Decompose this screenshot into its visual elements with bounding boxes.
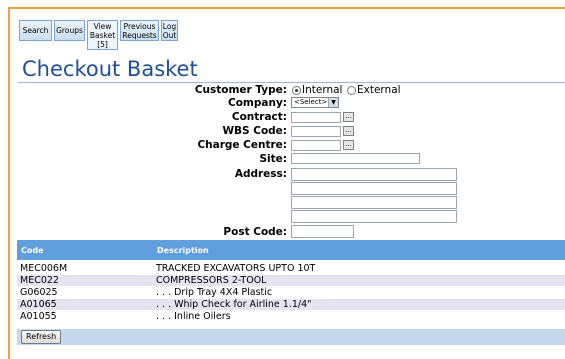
tab-view-basket-label: View Basket [5] (89, 22, 116, 49)
title-divider (18, 82, 565, 83)
contract-lookup-button[interactable]: ... (343, 112, 354, 122)
radio-internal[interactable] (292, 86, 301, 95)
column-header-code: Code (21, 246, 44, 255)
tab-search[interactable]: Search (19, 20, 52, 41)
table-row: MEC022 COMPRESSORS 2-TOOL (17, 275, 565, 286)
address-line-2[interactable] (291, 182, 457, 195)
post-code-label: Post Code: (223, 226, 287, 238)
company-select-value: <Select> (294, 98, 328, 106)
company-select[interactable]: <Select> ▼ (291, 97, 339, 108)
tab-view-basket[interactable]: View Basket [5] (87, 20, 118, 50)
address-line-1[interactable] (291, 168, 457, 181)
company-label: Company: (228, 97, 287, 109)
row-description: COMPRESSORS 2-TOOL (156, 275, 267, 286)
charge-centre-lookup-button[interactable]: ... (343, 140, 354, 150)
tab-groups[interactable]: Groups (54, 20, 85, 41)
charge-centre-label: Charge Centre: (197, 139, 287, 151)
radio-internal-label: Internal (302, 84, 343, 96)
wbs-code-input[interactable] (291, 126, 341, 137)
row-code: A01055 (20, 311, 57, 322)
tab-search-label: Search (22, 26, 49, 35)
address-line-4[interactable] (291, 210, 457, 223)
site-input[interactable] (291, 153, 420, 164)
row-description: TRACKED EXCAVATORS UPTO 10T (156, 263, 316, 274)
table-footer (17, 329, 565, 345)
tab-log-out-label: Log Out (162, 22, 177, 40)
customer-type-label: Customer Type: (194, 84, 287, 96)
row-code: MEC022 (20, 275, 59, 286)
row-description: . . . Drip Tray 4X4 Plastic (156, 287, 273, 298)
wbs-lookup-button[interactable]: ... (343, 126, 354, 136)
address-label: Address: (234, 168, 287, 180)
charge-centre-input[interactable] (291, 140, 341, 151)
row-code: A01065 (20, 299, 57, 310)
contract-input[interactable] (291, 112, 341, 123)
refresh-button[interactable]: Refresh (21, 330, 62, 344)
tab-log-out[interactable]: Log Out (161, 20, 178, 41)
post-code-input[interactable] (291, 225, 354, 238)
table-row: A01065 . . . Whip Check for Airline 1.1/… (17, 299, 565, 310)
radio-external-label: External (357, 84, 401, 96)
row-code: MEC006M (20, 263, 68, 274)
row-description: . . . Inline Oilers (156, 311, 231, 322)
top-nav: Search Groups View Basket [5] Previous R… (19, 20, 180, 50)
row-description: . . . Whip Check for Airline 1.1/4" (156, 299, 312, 310)
chevron-down-icon: ▼ (328, 98, 338, 107)
table-row: MEC006M TRACKED EXCAVATORS UPTO 10T (17, 263, 565, 274)
radio-external[interactable] (347, 86, 356, 95)
table-row: G06025 . . . Drip Tray 4X4 Plastic (17, 287, 565, 298)
tab-groups-label: Groups (56, 26, 83, 35)
site-label: Site: (259, 153, 287, 165)
wbs-code-label: WBS Code: (222, 125, 287, 137)
tab-previous-requests[interactable]: Previous Requests (120, 20, 159, 41)
page-title: Checkout Basket (22, 57, 198, 81)
basket-table-header: Code Description (17, 240, 565, 260)
tab-previous-requests-label: Previous Requests (122, 22, 157, 40)
column-header-description: Description (157, 246, 209, 255)
address-line-3[interactable] (291, 196, 457, 209)
table-row: A01055 . . . Inline Oilers (17, 311, 565, 322)
row-code: G06025 (20, 287, 58, 298)
contract-label: Contract: (231, 111, 287, 123)
